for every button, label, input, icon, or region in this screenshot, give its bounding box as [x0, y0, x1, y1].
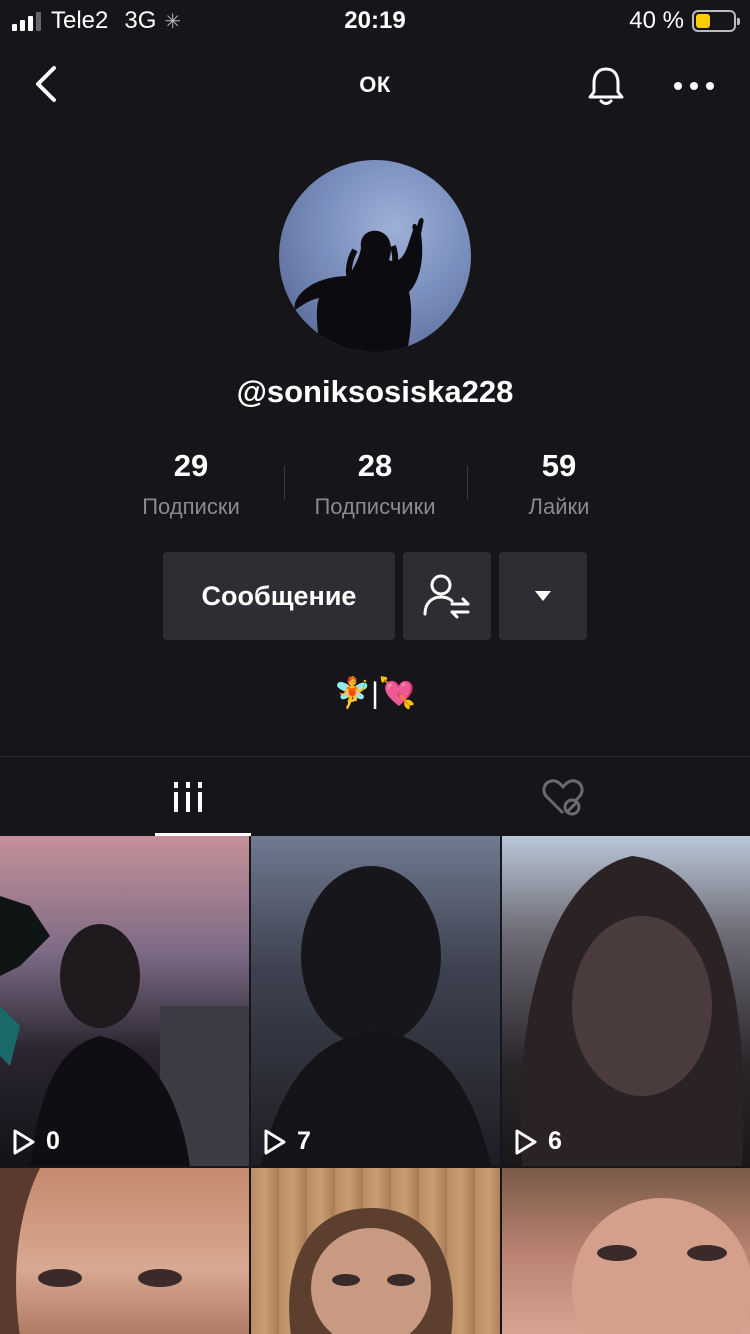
battery-icon — [692, 10, 740, 32]
grid-videos-icon — [173, 782, 202, 812]
chevron-left-icon — [36, 66, 56, 102]
video-grid: 0 7 6 — [0, 836, 750, 1334]
caret-down-icon — [535, 591, 551, 601]
more-options-button[interactable] — [670, 68, 718, 104]
bell-icon — [588, 67, 624, 105]
followers-stat[interactable]: 28 Подписчики — [285, 448, 465, 520]
thumbnail-face — [289, 1208, 453, 1334]
notifications-button[interactable] — [584, 64, 628, 108]
likes-stat[interactable]: 59 Лайки — [469, 448, 649, 520]
following-stat[interactable]: 29 Подписки — [101, 448, 281, 520]
profile-bio: 🧚|💘 — [333, 677, 417, 710]
username: @soniksosiska228 — [236, 374, 514, 409]
thumbnail-face — [572, 1198, 750, 1334]
video-thumbnail[interactable]: 0 — [0, 836, 249, 1166]
thumbnail-face — [0, 1168, 182, 1334]
play-icon — [13, 1129, 35, 1154]
avatar[interactable] — [279, 160, 471, 352]
profile-header: ОК — [0, 44, 750, 128]
followers-count: 28 — [357, 448, 393, 483]
status-bar: Tele2 3G ✳ 20:19 40 % — [0, 0, 750, 44]
video-thumbnail[interactable]: 6 — [502, 836, 750, 1166]
play-icon — [515, 1129, 537, 1154]
more-horizontal-icon — [674, 82, 714, 90]
thumbnail-figure — [261, 866, 491, 1166]
play-icon — [264, 1129, 286, 1154]
thumbnail-figure — [520, 856, 744, 1166]
liked-hidden-icon — [541, 779, 584, 816]
following-label: Подписки — [142, 494, 240, 519]
battery-fill — [696, 14, 711, 28]
follow-toggle-button[interactable] — [403, 552, 491, 640]
suggested-accounts-button[interactable] — [499, 552, 587, 640]
thumbnail-figure — [0, 896, 249, 1166]
view-count: 0 — [12, 1127, 60, 1156]
back-button[interactable] — [28, 62, 68, 106]
tab-liked[interactable] — [375, 757, 750, 837]
likes-label: Лайки — [528, 494, 590, 519]
video-thumbnail[interactable] — [0, 1168, 249, 1334]
video-thumbnail[interactable]: 7 — [251, 836, 500, 1166]
followers-label: Подписчики — [314, 494, 436, 519]
profile-tabs — [0, 756, 750, 836]
status-right: 40 % — [629, 7, 740, 35]
view-count-value: 7 — [297, 1127, 311, 1155]
tab-videos[interactable] — [0, 757, 375, 837]
view-count-value: 0 — [46, 1127, 60, 1155]
message-button[interactable]: Сообщение — [163, 552, 395, 640]
page-title: ОК — [359, 72, 391, 97]
likes-count: 59 — [541, 448, 577, 483]
user-swap-icon — [423, 574, 470, 619]
avatar-silhouette — [294, 217, 424, 352]
video-thumbnail[interactable] — [502, 1168, 750, 1334]
video-thumbnail[interactable] — [251, 1168, 500, 1334]
profile-stats: 29 Подписки 28 Подписчики 59 Лайки — [0, 448, 750, 528]
view-count: 6 — [514, 1127, 562, 1156]
view-count-value: 6 — [548, 1127, 562, 1155]
view-count: 7 — [263, 1127, 311, 1156]
stat-divider — [467, 466, 468, 500]
battery-percent: 40 % — [629, 7, 684, 34]
following-count: 29 — [173, 448, 209, 483]
